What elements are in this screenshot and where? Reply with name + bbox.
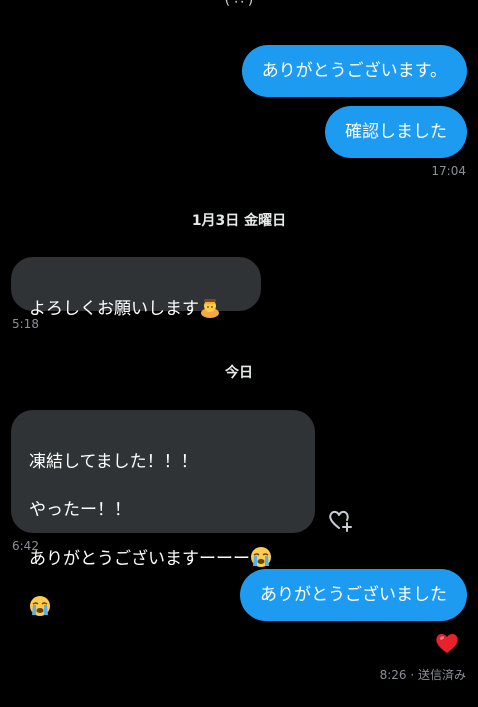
date-separator: 今日 [225,365,253,381]
message-text: 確認しました [345,122,447,142]
message-timestamp: 8:26 [379,668,407,682]
outgoing-message-bubble[interactable]: ありがとうございました [240,569,467,621]
delivery-status: 送信済み [417,668,466,682]
loudly-crying-emoji-icon [29,595,51,617]
add-reaction-heart-icon[interactable] [326,506,354,534]
message-line: 凍結してました！！！ [29,452,198,472]
message-text: ありがとうございます。 [261,61,447,81]
incoming-message-bubble[interactable]: よろしくお願いします [11,257,261,319]
message-timestamp: 5:18 [12,317,39,331]
message-text: ありがとうございました [260,585,447,605]
date-separator: 1月3日 金曜日 [191,213,287,229]
conversation-header-fragment: ( ∴ ) [224,0,254,8]
incoming-message-bubble[interactable]: 凍結してました！！！ やったー！！ ありがとうございますーーー [11,410,315,616]
message-timestamp: 6:42 [12,539,39,553]
message-line: ありがとうございますーーー [29,549,250,569]
loudly-crying-emoji-icon [250,546,272,568]
message-text: よろしくお願いします [29,299,199,319]
red-heart-reaction-icon[interactable] [434,631,460,655]
message-timestamp: 17:04 [431,164,466,178]
outgoing-message-bubble[interactable]: 確認しました [325,106,467,158]
message-timestamp-and-status: 8:26 · 送信済み [379,668,466,682]
person-bowing-emoji-icon [199,296,221,318]
message-line: やったー！！ [29,500,131,520]
outgoing-message-bubble[interactable]: ありがとうございます。 [241,45,467,97]
